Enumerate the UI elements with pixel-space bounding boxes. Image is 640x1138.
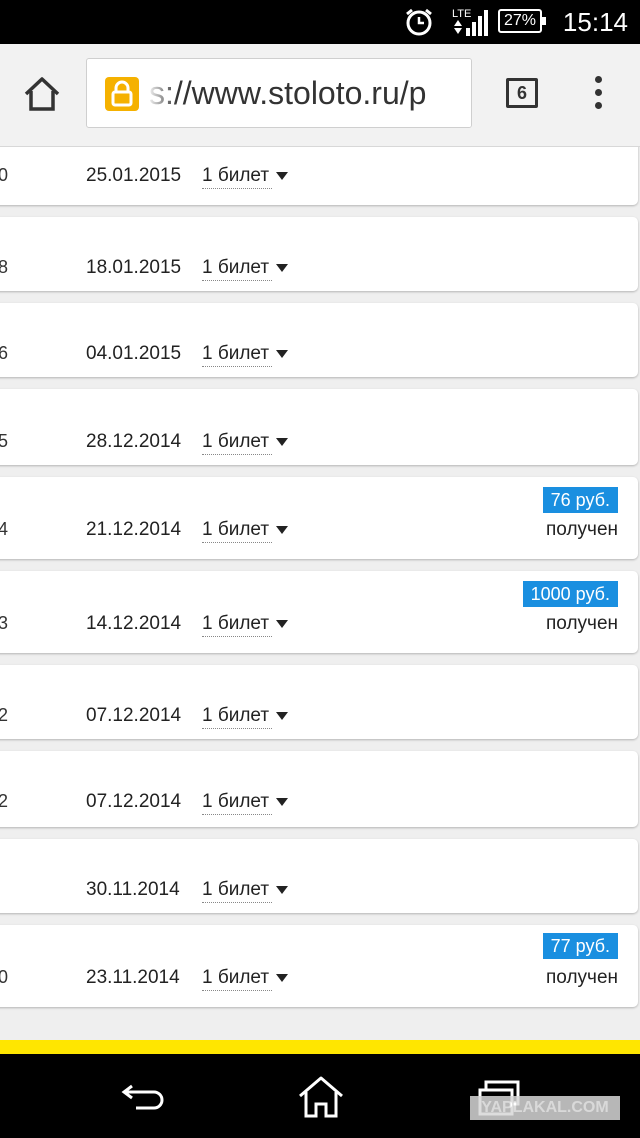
status-time: 15:14 xyxy=(562,7,628,37)
ticket-label: 1 билет xyxy=(202,613,270,634)
home-nav-icon[interactable] xyxy=(296,1074,346,1120)
caret-down-icon xyxy=(276,712,288,720)
bottom-stripe xyxy=(0,1040,640,1054)
tab-switcher-button[interactable]: 6 xyxy=(506,78,538,108)
caret-down-icon xyxy=(276,526,288,534)
list-item[interactable]: 0 25.01.2015 1 билет xyxy=(0,147,638,205)
caret-down-icon xyxy=(276,172,288,180)
ticket-label: 1 билет xyxy=(202,519,270,540)
draw-date: 28.12.2014 xyxy=(86,431,182,452)
caret-down-icon xyxy=(276,974,288,982)
row-id-fragment: 2 xyxy=(0,705,9,725)
ticket-dropdown[interactable]: 1 билет xyxy=(202,879,288,903)
caret-down-icon xyxy=(276,886,288,894)
url-fade-right xyxy=(441,59,471,127)
alarm-clock-icon xyxy=(406,8,432,36)
ticket-label: 1 билет xyxy=(202,705,270,726)
draw-date: 07.12.2014 xyxy=(86,791,182,812)
list-item[interactable]: 2 07.12.2014 1 билет xyxy=(0,665,638,739)
overflow-menu-icon[interactable] xyxy=(590,76,606,116)
watermark: YAPLAKAL.COM xyxy=(470,1096,620,1120)
prize-badge: 77 руб. xyxy=(542,933,618,959)
draw-date: 21.12.2014 xyxy=(86,519,182,540)
row-id-fragment: 2 xyxy=(0,791,9,811)
ticket-label: 1 билет xyxy=(202,967,270,988)
row-id-fragment: 0 xyxy=(0,967,9,987)
draw-date: 04.01.2015 xyxy=(86,343,182,364)
caret-down-icon xyxy=(276,350,288,358)
url-text: s://www.stoloto.ru/p xyxy=(149,75,427,111)
caret-down-icon xyxy=(276,620,288,628)
ticket-label: 1 билет xyxy=(202,165,270,186)
list-item[interactable]: 1000 руб. 3 14.12.2014 1 билет получен xyxy=(0,571,638,653)
ticket-label: 1 билет xyxy=(202,343,270,364)
lte-signal-icon: LTE xyxy=(452,8,488,36)
row-id-fragment: 6 xyxy=(0,343,9,363)
row-id-fragment: 5 xyxy=(0,431,9,451)
back-icon[interactable] xyxy=(118,1076,168,1116)
draw-date: 25.01.2015 xyxy=(86,165,182,186)
draw-date: 23.11.2014 xyxy=(86,967,180,988)
ticket-label: 1 билет xyxy=(202,431,270,452)
ticket-dropdown[interactable]: 1 билет xyxy=(202,705,288,729)
draw-date: 14.12.2014 xyxy=(86,613,182,634)
lock-icon xyxy=(105,77,139,111)
ticket-label: 1 билет xyxy=(202,879,270,900)
row-id-fragment: 8 xyxy=(0,257,9,277)
list-item[interactable]: 6 04.01.2015 1 билет xyxy=(0,303,638,377)
list-item[interactable]: 76 руб. 4 21.12.2014 1 билет получен xyxy=(0,477,638,559)
prize-status: получен xyxy=(546,613,618,634)
ticket-dropdown[interactable]: 1 билет xyxy=(202,431,288,455)
caret-down-icon xyxy=(276,264,288,272)
ticket-label: 1 билет xyxy=(202,257,270,278)
prize-status: получен xyxy=(546,967,618,988)
list-item[interactable]: 5 28.12.2014 1 билет xyxy=(0,389,638,465)
browser-toolbar: s://www.stoloto.ru/p 6 xyxy=(0,44,640,147)
list-item[interactable]: 77 руб. 0 23.11.2014 1 билет получен xyxy=(0,925,638,1007)
prize-badge: 76 руб. xyxy=(542,487,618,513)
ticket-dropdown[interactable]: 1 билет xyxy=(202,519,288,543)
caret-down-icon xyxy=(276,798,288,806)
ticket-dropdown[interactable]: 1 билет xyxy=(202,967,288,991)
svg-text:LTE: LTE xyxy=(452,8,471,20)
ticket-dropdown[interactable]: 1 билет xyxy=(202,613,288,637)
prize-badge: 1000 руб. xyxy=(522,581,618,607)
ticket-label: 1 билет xyxy=(202,791,270,812)
url-fade-left xyxy=(147,59,177,127)
draw-date: 30.11.2014 xyxy=(86,879,180,900)
row-id-fragment: 3 xyxy=(0,613,9,633)
ticket-dropdown[interactable]: 1 билет xyxy=(202,343,288,367)
url-bar[interactable]: s://www.stoloto.ru/p xyxy=(86,58,472,128)
row-id-fragment: 4 xyxy=(0,519,9,539)
ticket-dropdown[interactable]: 1 билет xyxy=(202,257,288,281)
battery-indicator: 27% xyxy=(498,9,546,33)
list-item[interactable]: 30.11.2014 1 билет xyxy=(0,839,638,913)
draw-date: 18.01.2015 xyxy=(86,257,182,278)
prize-status: получен xyxy=(546,519,618,540)
ticket-dropdown[interactable]: 1 билет xyxy=(202,791,288,815)
ticket-history-list: 0 25.01.2015 1 билет 8 18.01.2015 1 биле… xyxy=(0,147,640,1040)
home-icon[interactable] xyxy=(22,74,62,114)
row-id-fragment: 0 xyxy=(0,165,9,185)
status-bar: LTE 27% 15:14 xyxy=(0,0,640,44)
list-item[interactable]: 2 07.12.2014 1 билет xyxy=(0,751,638,827)
list-item[interactable]: 8 18.01.2015 1 билет xyxy=(0,217,638,291)
ticket-dropdown[interactable]: 1 билет xyxy=(202,165,288,189)
caret-down-icon xyxy=(276,438,288,446)
draw-date: 07.12.2014 xyxy=(86,705,182,726)
